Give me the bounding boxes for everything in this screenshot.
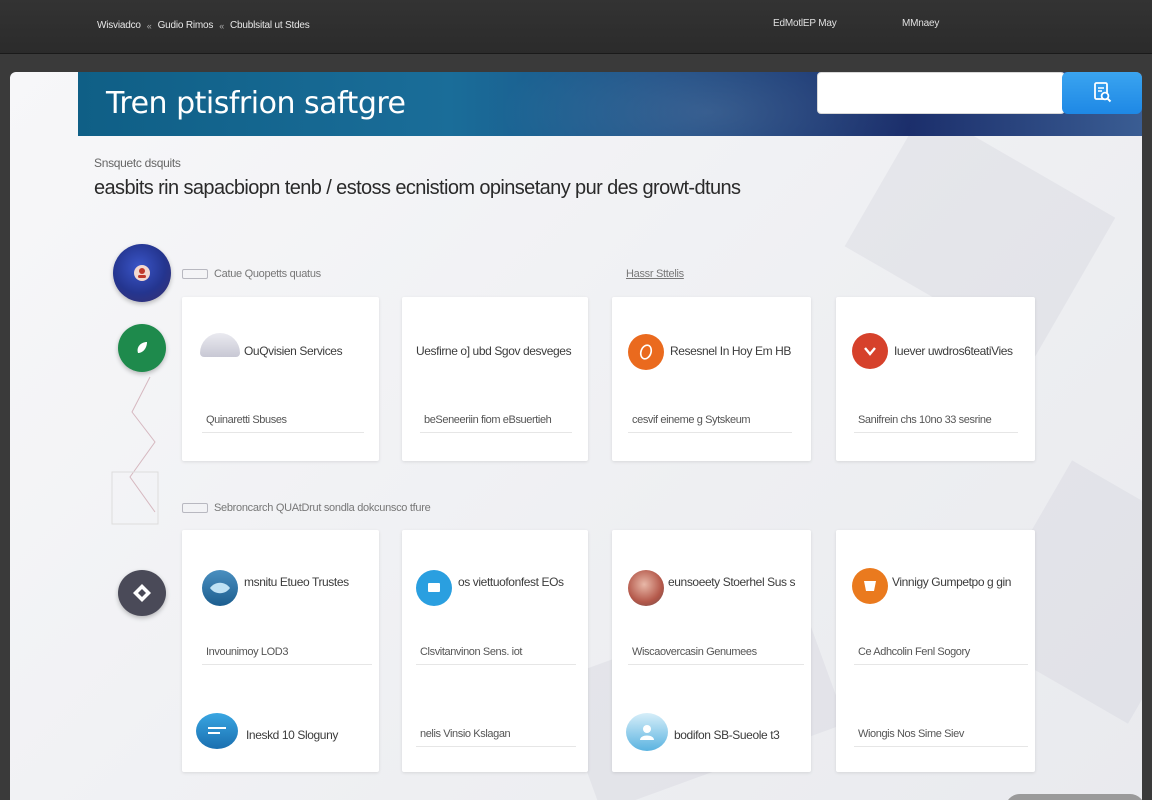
service-card[interactable]: Iuever uwdros6teatiVies Sanifrein chs 10… <box>836 297 1035 461</box>
rail-diamond-icon[interactable] <box>118 570 166 616</box>
page-subtitle: Snsquetc dsquits <box>94 156 181 170</box>
breadcrumb-separator: « <box>146 20 152 31</box>
eye-icon <box>202 570 238 606</box>
service-card[interactable]: Uesfirne o] ubd Sgov desveges beSeneerii… <box>402 297 588 461</box>
card-meta-secondary: Ineskd 10 Sloguny <box>246 728 338 742</box>
card-meta-secondary: Wiongis Nos Sime Siev <box>854 728 1028 747</box>
research-card[interactable]: eunsoeety Stoerhel Sus s Wiscaovercasin … <box>612 530 811 772</box>
service-card[interactable]: Resesnel In Hoy Em HB cesvif eineme g Sy… <box>612 297 811 461</box>
page-title: Tren ptisfrion saftgre <box>106 86 406 121</box>
card-title: Iuever uwdros6teatiVies <box>894 344 1013 358</box>
card-title: msnitu Etueo Trustes <box>244 575 349 589</box>
research-card[interactable]: Vinnigy Gumpetpo g gin Ce Adhcolin Fenl … <box>836 530 1035 772</box>
section-label-text: Hassr Sttelis <box>626 268 684 280</box>
card-meta: Clsvitanvinon Sens. iot <box>416 646 576 665</box>
chevron-down-icon <box>852 333 888 369</box>
search-input[interactable] <box>817 72 1065 114</box>
card-meta: beSeneeriin fiom eBsuertieh <box>420 414 572 433</box>
card-title: Vinnigy Gumpetpo g gin <box>892 575 1012 589</box>
breadcrumb: Wisviadco « Gudio Rimos « Cbublsital ut … <box>97 20 310 31</box>
section-marker <box>182 503 208 513</box>
cloud-icon <box>200 333 240 357</box>
section-marker <box>182 269 208 279</box>
screen-icon <box>416 570 452 606</box>
person-icon <box>626 713 668 751</box>
card-meta: cesvif eineme g Sytskeum <box>628 414 792 433</box>
card-meta: Wiscaovercasin Genumees <box>628 646 804 665</box>
section-label-research: Sebroncarch QUAtDrut sondla dokcunsco tf… <box>182 502 431 514</box>
card-meta: Quinaretti Sbuses <box>202 414 364 433</box>
breadcrumb-item-2[interactable]: Gudio Rimos <box>158 20 214 31</box>
card-title: eunsoeety Stoerhel Sus s <box>668 575 796 589</box>
card-meta-secondary: bodifon SB-Sueole t3 <box>674 728 780 742</box>
card-meta: Sanifrein chs 10no 33 sesrine <box>854 414 1018 433</box>
top-bar: Wisviadco « Gudio Rimos « Cbublsital ut … <box>0 0 1152 54</box>
breadcrumb-separator: « <box>219 20 225 31</box>
card-title: os viettuofonfest EOs <box>458 575 564 589</box>
card-title: Resesnel In Hoy Em HB <box>670 344 791 358</box>
section-label-status[interactable]: Hassr Sttelis <box>626 268 684 280</box>
card-title: Uesfirne o] ubd Sgov desveges <box>416 344 572 358</box>
service-card[interactable]: OuQvisien Services Quinaretti Sbuses <box>182 297 379 461</box>
page-headline: easbits rin sapacbiopn tenb / estoss ecn… <box>94 177 741 199</box>
decorative-zigzag-icon <box>111 376 159 525</box>
research-card[interactable]: msnitu Etueo Trustes Invounimoy LOD3 Ine… <box>182 530 379 772</box>
cup-icon <box>852 568 888 604</box>
section-label-services: Catue Quopetts quatus <box>182 268 321 280</box>
rail-profile-icon[interactable] <box>113 244 171 302</box>
research-card[interactable]: os viettuofonfest EOs Clsvitanvinon Sens… <box>402 530 588 772</box>
rail-leaf-icon[interactable] <box>118 324 166 372</box>
top-link-profile[interactable]: EdMotlEP May <box>773 18 837 29</box>
search-doc-icon <box>1090 80 1114 107</box>
chat-icon <box>196 713 238 749</box>
card-meta: Ce Adhcolin Fenl Sogory <box>854 646 1028 665</box>
top-link-money[interactable]: MMnaey <box>902 18 939 29</box>
section-label-text: Sebroncarch QUAtDrut sondla dokcunsco tf… <box>214 502 431 514</box>
section-label-text: Catue Quopetts quatus <box>214 268 321 280</box>
scroll-pill[interactable] <box>1005 794 1142 800</box>
card-meta: Invounimoy LOD3 <box>202 646 372 665</box>
breadcrumb-item-1[interactable]: Wisviadco <box>97 20 141 31</box>
breadcrumb-item-3[interactable]: Cbublsital ut Stdes <box>230 20 310 31</box>
globe-icon <box>628 570 664 606</box>
card-meta-secondary: nelis Vinsio Kslagan <box>416 728 576 747</box>
search-button[interactable] <box>1062 72 1142 114</box>
card-title: OuQvisien Services <box>244 344 343 358</box>
main-window: Tren ptisfrion saftgre Snsquetc dsquits … <box>10 72 1142 800</box>
egg-icon <box>628 334 664 370</box>
